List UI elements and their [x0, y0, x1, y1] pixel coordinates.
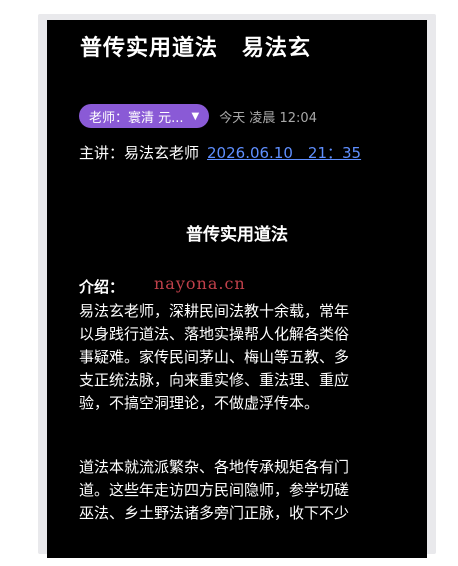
article-screen: 普传实用道法 易法玄 老师：寰清 元... ▼ 今天 凌晨 12:04 主讲：易法…: [47, 20, 427, 558]
schedule-date-link[interactable]: 2026.06.10 21：35: [207, 144, 361, 162]
paragraph-line: 道法本就流派繁杂、各地传承规矩各有门: [79, 458, 350, 476]
teacher-select-chip[interactable]: 老师：寰清 元... ▼: [79, 104, 210, 128]
second-paragraph: 道法本就流派繁杂、各地传承规矩各有门 道。这些年走访四方民间隐师，参学切磋 巫法…: [79, 456, 409, 525]
article-title-main: 普传实用道法: [80, 36, 219, 61]
paragraph-line: 支正统法脉，向来重实修、重法理、重应: [79, 371, 350, 389]
paragraph-line: 以身践行道法、落地实操帮人化解各类俗: [79, 325, 350, 343]
article-meta: 老师：寰清 元... ▼ 今天 凌晨 12:04: [79, 104, 317, 128]
speaker-row: 主讲：易法玄老师 2026.06.10 21：35: [79, 142, 361, 163]
caret-down-icon: ▼: [191, 110, 200, 122]
intro-paragraph: 易法玄老师，深耕民间法教十余载，常年 以身践行道法、落地实操帮人化解各类俗 事疑…: [79, 300, 409, 415]
article-title-author: 易法玄: [242, 36, 312, 61]
article-title: 普传实用道法 易法玄: [80, 30, 311, 62]
teacher-chip-label: 老师：寰清 元...: [89, 110, 184, 126]
paragraph-line: 验，不搞空洞理论，不做虚浮传本。: [79, 394, 320, 412]
watermark-text: nayona.cn: [154, 274, 246, 293]
intro-label: 介绍：: [79, 278, 125, 296]
section-heading: 普传实用道法: [186, 225, 288, 245]
paragraph-line: 事疑难。家传民间茅山、梅山等五教、多: [79, 348, 350, 366]
post-timestamp: 今天 凌晨 12:04: [219, 110, 317, 126]
speaker-label: 主讲：易法玄老师: [79, 144, 200, 162]
paragraph-line: 易法玄老师，深耕民间法教十余载，常年: [79, 302, 350, 320]
page-background: 普传实用道法 易法玄 老师：寰清 元... ▼ 今天 凌晨 12:04 主讲：易法…: [0, 0, 458, 566]
paragraph-line: 道。这些年走访四方民间隐师，参学切磋: [79, 481, 350, 499]
paragraph-line: 巫法、乡土野法诸多旁门正脉，收下不少: [79, 504, 350, 522]
